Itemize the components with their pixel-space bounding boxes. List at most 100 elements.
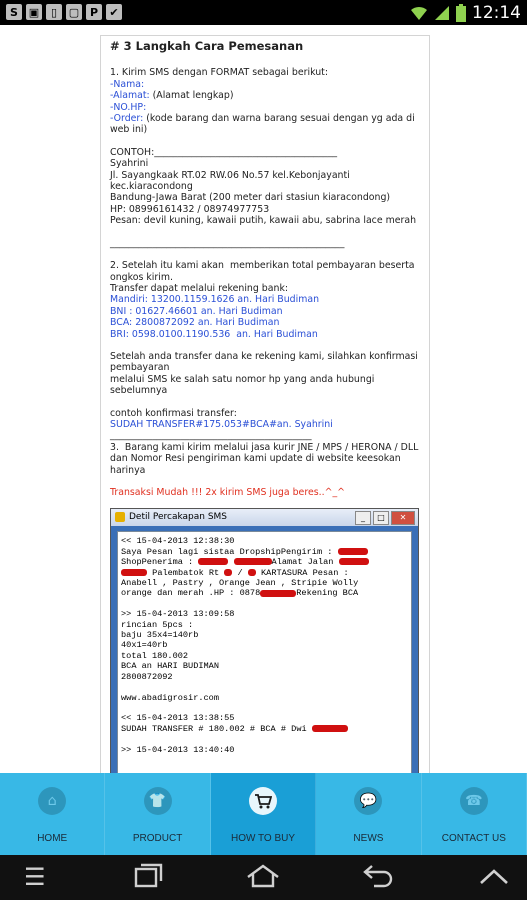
page-content[interactable]: # 3 Langkah Cara Pemesanan 1. Kirim SMS …	[0, 25, 527, 773]
how-to-buy-card: # 3 Langkah Cara Pemesanan 1. Kirim SMS …	[100, 35, 430, 773]
divider-2: ________________________________________…	[110, 430, 312, 442]
sms-window-titlebar: Detil Percakapan SMS _ □ ✕	[111, 509, 418, 527]
sms-window-title: Detil Percakapan SMS	[129, 512, 228, 523]
sms-line: SUDAH TRANSFER # 180.002 # BCA # Dwi	[121, 723, 312, 734]
sms-line: Alamat Jalan	[271, 557, 339, 568]
contoh-address-2: Bandung-Jawa Barat (200 meter dari stasi…	[110, 192, 391, 204]
format-order: -Order: (kode barang dan warna barang se…	[110, 113, 422, 136]
redaction-mark	[121, 568, 147, 576]
redaction-mark	[338, 558, 369, 566]
redaction-mark	[247, 568, 256, 576]
format-nohp: -NO.HP:	[110, 101, 147, 113]
tab-label: PRODUCT	[132, 833, 183, 844]
chevron-up-icon[interactable]	[478, 863, 510, 895]
redaction-mark	[233, 558, 272, 566]
minimize-icon: _	[355, 511, 371, 526]
home-button-icon[interactable]	[245, 863, 281, 895]
sms-line: Palembatok Rt	[147, 567, 225, 578]
bank-bri: BRI: 0598.0100.1190.536 an. Hari Budiman	[110, 328, 318, 340]
sms-line: orange dan merah .HP : 0878	[121, 588, 261, 599]
menu-icon[interactable]: ☰	[24, 863, 46, 891]
maximize-icon: □	[373, 511, 389, 526]
shirt-icon: 👕	[143, 787, 172, 815]
step1-intro: 1. Kirim SMS dengan FORMAT sebagai berik…	[110, 67, 328, 79]
format-alamat-note: (Alamat lengkap)	[149, 90, 234, 102]
task-icon: ✔	[106, 4, 122, 20]
divider-1: ________________________________________…	[110, 237, 345, 249]
contoh-name: Syahrini	[110, 158, 149, 170]
tab-label: CONTACT US	[441, 833, 506, 844]
contoh-hp: HP: 08996161432 / 08974977753	[110, 203, 270, 215]
status-right: 12:14	[410, 3, 521, 23]
sms-conversation: << 15-04-2013 12:38:30 Saya Pesan lagi s…	[117, 531, 412, 773]
redaction-mark	[337, 548, 368, 556]
sms-line: << 15-04-2013 12:38:30	[121, 536, 235, 547]
sms-line: << 15-04-2013 13:38:55	[121, 713, 235, 724]
sms-screenshot: Detil Percakapan SMS _ □ ✕ << 15-04-2013…	[110, 508, 419, 773]
notification-icons: S ▣ ▯ ▢ P ✔	[6, 4, 122, 20]
page-title: # 3 Langkah Cara Pemesanan	[110, 39, 304, 53]
bank-bca: BCA: 2800872092 an. Hari Budiman	[110, 317, 280, 329]
sms-line: KARTASURA Pesan :	[255, 567, 349, 578]
tab-label: NEWS	[353, 833, 384, 844]
bank-bni: BNI : 01627.46601 an. Hari Budiman	[110, 305, 283, 317]
bank-mandiri: Mandiri: 13200.1159.1626 an. Hari Budima…	[110, 294, 320, 306]
tab-label: HOME	[37, 833, 68, 844]
sms-line: >> 15-04-2013 13:40:40	[121, 744, 235, 755]
sms-line: Rekening BCA	[296, 588, 359, 599]
signal-icon	[435, 6, 449, 20]
format-order-label: -Order:	[110, 113, 144, 125]
format-alamat-label: -Alamat:	[110, 90, 150, 102]
recent-apps-icon[interactable]	[134, 863, 164, 895]
sms-line: /	[232, 567, 248, 578]
sms-line: rincian 5pcs :	[121, 619, 194, 630]
wifi-icon	[411, 6, 427, 20]
bottom-tab-bar: ⌂ HOME 👕 PRODUCT HOW TO BUY 💬 NEWS ☎ CON…	[0, 773, 527, 855]
tab-how-to-buy[interactable]: HOW TO BUY	[210, 773, 317, 855]
step3: 3. Barang kami kirim melalui jasa kurir …	[110, 441, 422, 476]
sim-icon: ▯	[46, 4, 62, 20]
contoh-address-1: Jl. Sayangkaak RT.02 RW.06 No.57 kel.Keb…	[110, 169, 353, 193]
contoh-header: CONTOH:_________________________________…	[110, 146, 338, 158]
konfirmasi-1: Setelah anda transfer dana ke rekening k…	[110, 350, 421, 374]
sms-line: baju 35x4=140rb	[121, 630, 199, 641]
sms-line: www.abadigrosir.com	[121, 692, 219, 703]
sms-line: 40x1=40rb	[121, 640, 168, 651]
promo-text: Transaksi Mudah !!! 2x kirim SMS juga be…	[110, 487, 345, 498]
back-icon[interactable]	[362, 863, 394, 895]
sms-window-icon	[115, 512, 125, 523]
redaction-mark	[260, 589, 297, 597]
sms-line: BCA an HARI BUDIMAN	[121, 661, 219, 672]
status-bar: S ▣ ▯ ▢ P ✔ 12:14	[0, 0, 527, 25]
phone-icon: ☎	[459, 787, 488, 815]
close-icon: ✕	[391, 511, 415, 526]
notification-app-icon: S	[6, 4, 22, 20]
transfer-intro: Transfer dapat melalui rekening bank:	[110, 282, 289, 294]
tab-contact-us[interactable]: ☎ CONTACT US	[422, 773, 527, 855]
home-icon: ⌂	[38, 787, 67, 815]
contoh-pesan: Pesan: devil kuning, kawaii putih, kawai…	[110, 215, 417, 227]
tab-home[interactable]: ⌂ HOME	[0, 773, 106, 855]
konfirmasi-2: melalui SMS ke salah satu nomor hp yang …	[110, 373, 378, 397]
redaction-mark	[198, 558, 229, 566]
sms-line: Saya Pesan lagi sistaa DropshipPengirim …	[121, 546, 338, 557]
sms-line: >> 15-04-2013 13:09:58	[121, 609, 235, 620]
system-nav-bar: ☰	[0, 855, 527, 900]
gallery-icon: ▣	[26, 4, 42, 20]
window-buttons: _ □ ✕	[355, 511, 415, 526]
download-icon: ▢	[66, 4, 82, 20]
cart-icon	[249, 787, 278, 815]
step2-intro: 2. Setelah itu kami akan memberikan tota…	[110, 260, 418, 283]
tab-product[interactable]: 👕 PRODUCT	[105, 773, 211, 855]
battery-icon	[456, 4, 466, 22]
format-nama: -Nama:	[110, 78, 145, 90]
format-alamat: -Alamat: (Alamat lengkap)	[110, 90, 422, 101]
format-order-note: (kode barang dan warna barang sesuai den…	[110, 113, 418, 136]
sms-line: total 180.002	[121, 650, 189, 661]
chat-icon: 💬	[354, 787, 383, 815]
sms-line: ShopPenerima :	[121, 557, 199, 568]
clock: 12:14	[472, 3, 521, 23]
tab-news[interactable]: 💬 NEWS	[316, 773, 422, 855]
contoh-konfirmasi-value: SUDAH TRANSFER#175.053#BCA#an. Syahrini	[110, 418, 333, 430]
contoh-konfirmasi-label: contoh konfirmasi transfer:	[110, 407, 237, 419]
